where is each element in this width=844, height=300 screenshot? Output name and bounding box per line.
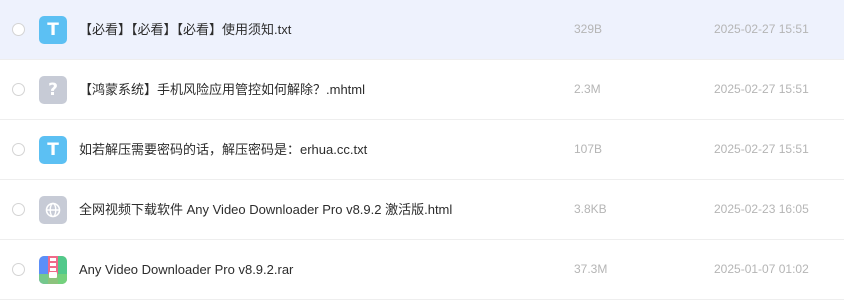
file-date: 2025-02-27 15:51 bbox=[714, 22, 809, 36]
file-name[interactable]: Any Video Downloader Pro v8.9.2.rar bbox=[79, 240, 293, 299]
file-size: 329B bbox=[574, 22, 603, 36]
file-name[interactable]: 如若解压需要密码的话，解压密码是：erhua.cc.txt bbox=[79, 120, 367, 179]
select-checkbox[interactable] bbox=[12, 143, 25, 156]
file-size: 3.8KB bbox=[574, 202, 607, 216]
select-checkbox[interactable] bbox=[12, 203, 25, 216]
file-list: T 【必看】【必看】【必看】使用须知.txt 329B 2025-02-27 1… bbox=[0, 0, 844, 300]
txt-file-icon: T bbox=[39, 136, 67, 164]
file-name[interactable]: 【鸿蒙系统】手机风险应用管控如何解除？.mhtml bbox=[79, 60, 365, 119]
select-checkbox[interactable] bbox=[12, 263, 25, 276]
file-size: 2.3M bbox=[574, 82, 601, 96]
file-date: 2025-02-23 16:05 bbox=[714, 202, 809, 216]
file-size: 37.3M bbox=[574, 262, 608, 276]
file-name[interactable]: 全网视频下载软件 Any Video Downloader Pro v8.9.2… bbox=[79, 180, 452, 239]
unknown-file-icon: ? bbox=[39, 76, 67, 104]
file-size: 107B bbox=[574, 142, 603, 156]
file-date: 2025-02-27 15:51 bbox=[714, 82, 809, 96]
html-globe-icon bbox=[39, 196, 67, 224]
file-date: 2025-02-27 15:51 bbox=[714, 142, 809, 156]
file-row[interactable]: Any Video Downloader Pro v8.9.2.rar 37.3… bbox=[0, 240, 844, 300]
file-row[interactable]: 全网视频下载软件 Any Video Downloader Pro v8.9.2… bbox=[0, 180, 844, 240]
file-name[interactable]: 【必看】【必看】【必看】使用须知.txt bbox=[79, 0, 291, 59]
txt-file-icon: T bbox=[39, 16, 67, 44]
rar-archive-icon bbox=[39, 256, 67, 284]
select-checkbox[interactable] bbox=[12, 23, 25, 36]
select-checkbox[interactable] bbox=[12, 83, 25, 96]
file-date: 2025-01-07 01:02 bbox=[714, 262, 809, 276]
file-row[interactable]: T 如若解压需要密码的话，解压密码是：erhua.cc.txt 107B 202… bbox=[0, 120, 844, 180]
file-row[interactable]: ? 【鸿蒙系统】手机风险应用管控如何解除？.mhtml 2.3M 2025-02… bbox=[0, 60, 844, 120]
file-row[interactable]: T 【必看】【必看】【必看】使用须知.txt 329B 2025-02-27 1… bbox=[0, 0, 844, 60]
